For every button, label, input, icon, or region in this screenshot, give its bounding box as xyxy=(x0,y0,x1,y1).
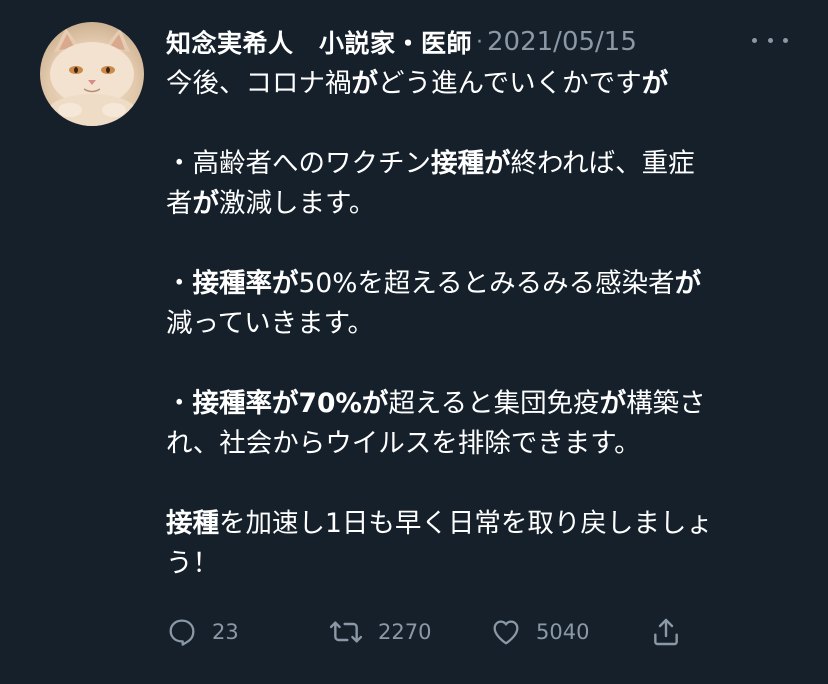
tweet-line: ・高齢者へのワクチン接種が終われば、重症 xyxy=(166,144,806,184)
text-run: を加速し1日も早く日常を取り戻しましょ xyxy=(219,508,713,539)
text-run: 者 xyxy=(166,188,193,219)
heart-icon xyxy=(493,620,519,645)
text-run: ・高齢者へのワクチン xyxy=(166,148,431,179)
bold-run: が xyxy=(641,68,669,99)
bold-run: が xyxy=(674,268,702,299)
text-run: 50%を超えるとみるみる感染者 xyxy=(298,268,675,299)
tweet[interactable]: 知念実希人 小説家・医師 · 2021/05/15 今後、コロナ禍がどう進んでい… xyxy=(0,0,828,684)
text-run: 終われば、重症 xyxy=(510,148,695,179)
retweet-count: 2270 xyxy=(378,620,432,644)
bold-run: 接種が xyxy=(431,148,511,179)
cat-avatar-image xyxy=(44,28,140,126)
tweet-line: 者が激減します。 xyxy=(166,184,806,224)
bold-run: 接種率が70%が xyxy=(192,388,389,419)
tweet-line: 接種を加速し1日も早く日常を取り戻しましょ xyxy=(166,504,806,544)
tweet-date[interactable]: 2021/05/15 xyxy=(487,27,637,57)
bold-run: が xyxy=(351,68,379,99)
reply-count: 23 xyxy=(212,620,239,644)
reply-icon xyxy=(169,619,195,646)
tweet-line: ・接種率が50%を超えるとみるみる感染者が xyxy=(166,264,806,304)
bold-run: 接種率が xyxy=(192,268,299,299)
reply-button[interactable]: 23 xyxy=(166,612,239,652)
bold-run: 接種 xyxy=(166,508,219,539)
retweet-icon xyxy=(329,621,363,643)
like-count: 5040 xyxy=(536,620,590,644)
tweet-line: 今後、コロナ禍がどう進んでいくかですが xyxy=(166,64,806,104)
like-button[interactable]: 5040 xyxy=(490,612,589,652)
tweet-line: 減っていきます。 xyxy=(166,304,806,344)
tweet-line: ・接種率が70%が超えると集団免疫が構築さ xyxy=(166,384,806,424)
text-run: 超えると集団免疫 xyxy=(388,388,600,419)
more-options-button[interactable] xyxy=(752,28,788,52)
more-horizontal-icon xyxy=(752,37,757,43)
header-separator: · xyxy=(476,29,484,55)
tweet-actions: 23 2270 5040 xyxy=(166,612,706,652)
more-horizontal-icon-dot xyxy=(783,37,788,43)
avatar[interactable] xyxy=(40,22,144,126)
text-run: れ、社会からウイルスを排除できます。 xyxy=(166,428,641,459)
text-run: 構築さ xyxy=(626,388,706,419)
tweet-header: 知念実希人 小説家・医師 · 2021/05/15 xyxy=(166,22,726,62)
more-horizontal-icon-dot xyxy=(767,37,773,43)
retweet-button[interactable]: 2270 xyxy=(328,612,431,652)
tweet-line: う！ xyxy=(166,544,806,584)
text-run: う！ xyxy=(166,548,219,579)
text-run: 激減します。 xyxy=(219,188,376,219)
tweet-line: れ、社会からウイルスを排除できます。 xyxy=(166,424,806,464)
text-run: どう進んでいくかです xyxy=(378,68,642,99)
bold-run: が xyxy=(599,388,627,419)
text-run: 減っていきます。 xyxy=(166,308,375,339)
share-icon xyxy=(654,618,678,646)
text-run: 今後、コロナ禍 xyxy=(166,68,352,99)
bold-run: が xyxy=(192,188,220,219)
share-button[interactable] xyxy=(650,612,682,652)
tweet-text: 今後、コロナ禍がどう進んでいくかですが ・高齢者へのワクチン接種が終われば、重症… xyxy=(166,64,806,584)
display-name[interactable]: 知念実希人 小説家・医師 xyxy=(166,24,472,60)
text-run: ・ xyxy=(166,388,193,419)
text-run: ・ xyxy=(166,268,193,299)
